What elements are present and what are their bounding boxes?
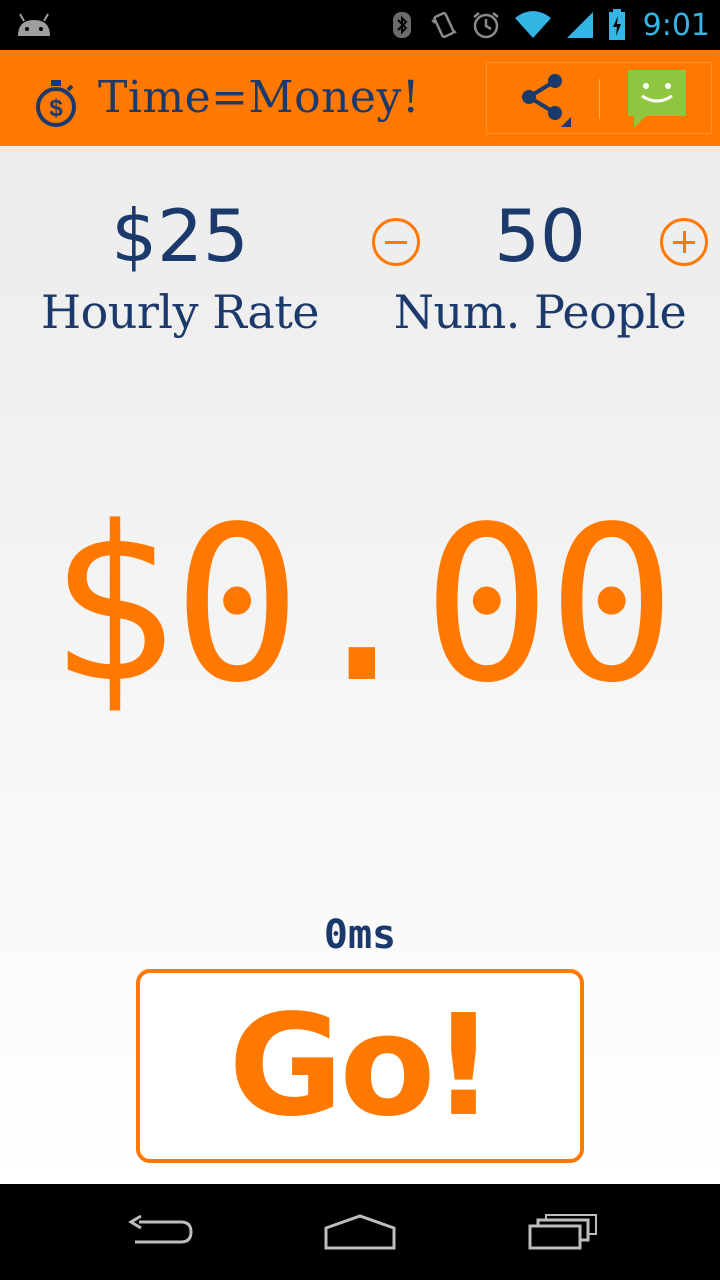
- go-button[interactable]: Go!: [136, 969, 584, 1163]
- signal-icon: [565, 10, 595, 40]
- battery-charging-icon: [607, 9, 627, 40]
- wifi-icon: [513, 10, 553, 40]
- alarm-icon: [471, 10, 501, 40]
- recent-apps-button[interactable]: [512, 1202, 612, 1262]
- elapsed-time: 0ms: [323, 912, 397, 958]
- status-bar: 9:01: [0, 0, 720, 50]
- sms-button[interactable]: [600, 63, 713, 135]
- navigation-bar: [0, 1184, 720, 1280]
- go-button-label: Go!: [228, 984, 496, 1148]
- main-content: $25 Hourly Rate 50 Num. People $0.00 0ms…: [0, 146, 720, 1184]
- svg-text:$: $: [49, 95, 63, 122]
- stopwatch-dollar-icon: $: [36, 80, 76, 127]
- bluetooth-icon: [387, 10, 417, 40]
- total-cost: $0.00: [47, 481, 676, 730]
- num-people-value[interactable]: 50: [380, 196, 700, 276]
- hourly-rate-value[interactable]: $25: [20, 196, 340, 276]
- recent-apps-icon: [528, 1214, 597, 1250]
- home-button[interactable]: [310, 1202, 410, 1262]
- num-people-stat[interactable]: 50 Num. People: [380, 196, 700, 340]
- share-button[interactable]: [487, 63, 599, 135]
- back-button[interactable]: [110, 1202, 210, 1262]
- vibrate-icon: [429, 10, 459, 40]
- action-buttons: [486, 62, 712, 134]
- clock-time: 9:01: [642, 7, 710, 43]
- hourly-rate-label: Hourly Rate: [40, 285, 320, 339]
- android-debug-icon: [18, 13, 50, 36]
- home-icon: [324, 1214, 396, 1250]
- sms-icon: [627, 70, 686, 128]
- share-icon: [522, 74, 571, 127]
- num-people-label: Num. People: [393, 285, 687, 339]
- plus-icon-vertical: [682, 231, 686, 253]
- app-title: Time=Money!: [98, 72, 421, 123]
- increase-people-button[interactable]: [660, 218, 708, 266]
- action-bar: $ Time=Money!: [0, 50, 720, 146]
- back-icon: [128, 1214, 193, 1244]
- hourly-rate-stat[interactable]: $25 Hourly Rate: [20, 196, 340, 340]
